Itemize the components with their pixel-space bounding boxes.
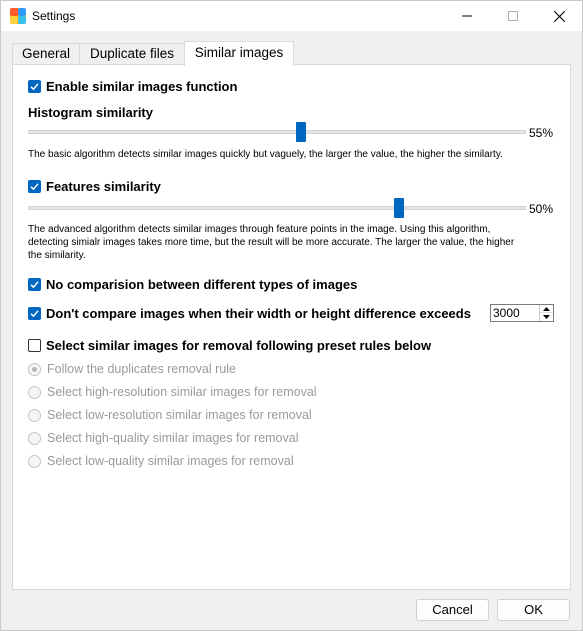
radio-selected-dot [32,366,37,372]
no-compare-types-row[interactable]: No comparision between different types o… [28,277,357,292]
preset-rules-row[interactable]: Select similar images for removal follow… [28,338,431,353]
size-threshold-spinbox[interactable]: 3000 [490,304,554,322]
enable-similar-label: Enable similar images function [46,79,238,94]
app-logo-icon [10,8,26,24]
features-description-line2: detecting simialr images takes more time… [28,237,515,248]
radio-button[interactable] [28,362,41,376]
minimize-icon [462,15,472,17]
similar-images-panel: Enable similar images function Histogram… [12,64,571,590]
checkmark-icon [30,183,39,191]
checkmark-icon [30,83,39,91]
cancel-button[interactable]: Cancel [416,599,489,621]
arrow-up-icon [543,306,550,311]
close-icon [553,10,565,22]
size-threshold-value[interactable]: 3000 [493,306,520,320]
close-button[interactable] [536,1,582,31]
window-title: Settings [32,9,76,23]
arrow-down-icon [543,315,550,319]
no-compare-types-label: No comparision between different types o… [46,277,358,292]
maximize-button[interactable] [490,1,536,31]
tab-general[interactable]: General [12,43,80,65]
checkmark-icon [30,281,39,289]
radio-button[interactable] [28,385,41,399]
histogram-slider-thumb[interactable] [296,122,306,142]
preset-rules-label: Select similar images for removal follow… [46,338,432,353]
features-row[interactable]: Features similarity [28,179,161,194]
minimize-button[interactable] [444,1,490,31]
features-checkbox[interactable] [28,180,41,193]
rule-option-high-quality[interactable]: Select high-quality similar images for r… [28,431,298,445]
radio-button[interactable] [28,431,41,445]
spin-buttons [539,305,553,321]
ok-button[interactable]: OK [497,599,570,621]
rule-option-low-quality[interactable]: Select low-quality similar images for re… [28,454,294,468]
checkmark-icon [30,310,39,318]
histogram-heading: Histogram similarity [28,105,153,120]
features-slider-thumb[interactable] [394,198,404,218]
no-compare-types-checkbox[interactable] [28,278,41,291]
settings-window: Settings General Duplicate files Similar… [0,0,583,631]
histogram-description: The basic algorithm detects similar imag… [28,149,503,160]
features-slider[interactable] [28,206,526,210]
features-label: Features similarity [46,179,161,194]
no-compare-size-label: Don't compare images when their width or… [46,306,471,321]
features-description-line1: The advanced algorithm detects similar i… [28,224,491,235]
radio-button[interactable] [28,454,41,468]
preset-rules-checkbox[interactable] [28,339,41,352]
rule-label: Follow the duplicates removal rule [47,362,236,376]
rule-label: Select low-quality similar images for re… [47,454,294,468]
rule-option-high-resolution[interactable]: Select high-resolution similar images fo… [28,385,317,399]
features-description-line3: the similarity. [28,250,86,261]
rule-label: Select high-quality similar images for r… [47,431,299,445]
title-bar: Settings [1,1,582,31]
radio-button[interactable] [28,408,41,422]
tab-similar-images[interactable]: Similar images [184,41,294,66]
rule-option-follow-duplicates[interactable]: Follow the duplicates removal rule [28,362,236,376]
spin-down-button[interactable] [540,313,553,321]
rule-option-low-resolution[interactable]: Select low-resolution similar images for… [28,408,312,422]
no-compare-size-row[interactable]: Don't compare images when their width or… [28,306,471,321]
features-percent: 50% [529,202,554,216]
spin-up-button[interactable] [540,305,553,313]
enable-similar-checkbox[interactable] [28,80,41,93]
maximize-icon [508,11,518,21]
no-compare-size-checkbox[interactable] [28,307,41,320]
enable-similar-row[interactable]: Enable similar images function [28,79,237,94]
histogram-percent: 55% [529,126,554,140]
rule-label: Select high-resolution similar images fo… [47,385,317,399]
tab-duplicate-files[interactable]: Duplicate files [79,43,185,65]
rule-label: Select low-resolution similar images for… [47,408,312,422]
histogram-slider[interactable] [28,130,526,134]
